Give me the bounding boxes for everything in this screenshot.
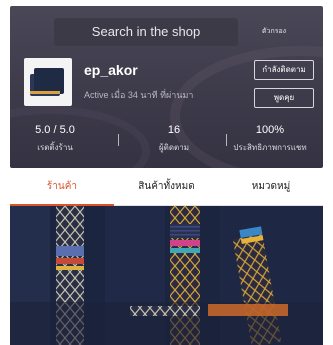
- filter-link[interactable]: ตัวกรอง: [262, 26, 286, 37]
- tab-shop[interactable]: ร้านค้า: [10, 168, 114, 206]
- fabric-photo: [10, 206, 323, 345]
- stat-chat-performance: 100% ประสิทธิภาพการแชท: [225, 124, 315, 154]
- stat-label: ผู้ติดตาม: [158, 143, 190, 152]
- shop-name: ep_akor: [84, 62, 138, 78]
- chat-button[interactable]: พูดคุย: [254, 88, 314, 108]
- active-status: Active เมื่อ 34 นาที ที่ผ่านมา: [84, 90, 194, 100]
- shop-banner-image[interactable]: [10, 206, 323, 345]
- follow-button[interactable]: กำลังติดตาม: [254, 60, 314, 80]
- shop-header: Search in the shop ตัวกรอง ep_akor Activ…: [10, 6, 323, 168]
- shop-avatar[interactable]: [24, 58, 72, 106]
- shop-search-input[interactable]: Search in the shop: [54, 18, 238, 46]
- stat-value: 5.0 / 5.0: [35, 124, 75, 136]
- stat-value: 16: [167, 124, 181, 136]
- stat-label: ประสิทธิภาพการแชท: [233, 143, 307, 152]
- stat-rating: 5.0 / 5.0 เรตติ้งร้าน: [10, 124, 100, 154]
- stat-followers: 16 ผู้ติดตาม: [129, 124, 219, 154]
- stat-label: เรตติ้งร้าน: [37, 143, 73, 152]
- tab-all-products[interactable]: สินค้าทั้งหมด: [114, 168, 219, 206]
- tab-categories[interactable]: หมวดหมู่: [219, 168, 323, 206]
- shop-tabs: ร้านค้า สินค้าทั้งหมด หมวดหมู่: [10, 168, 323, 206]
- avatar-fabric-stripe: [30, 91, 60, 94]
- stat-value: 100%: [255, 124, 285, 136]
- stat-divider: [118, 134, 119, 146]
